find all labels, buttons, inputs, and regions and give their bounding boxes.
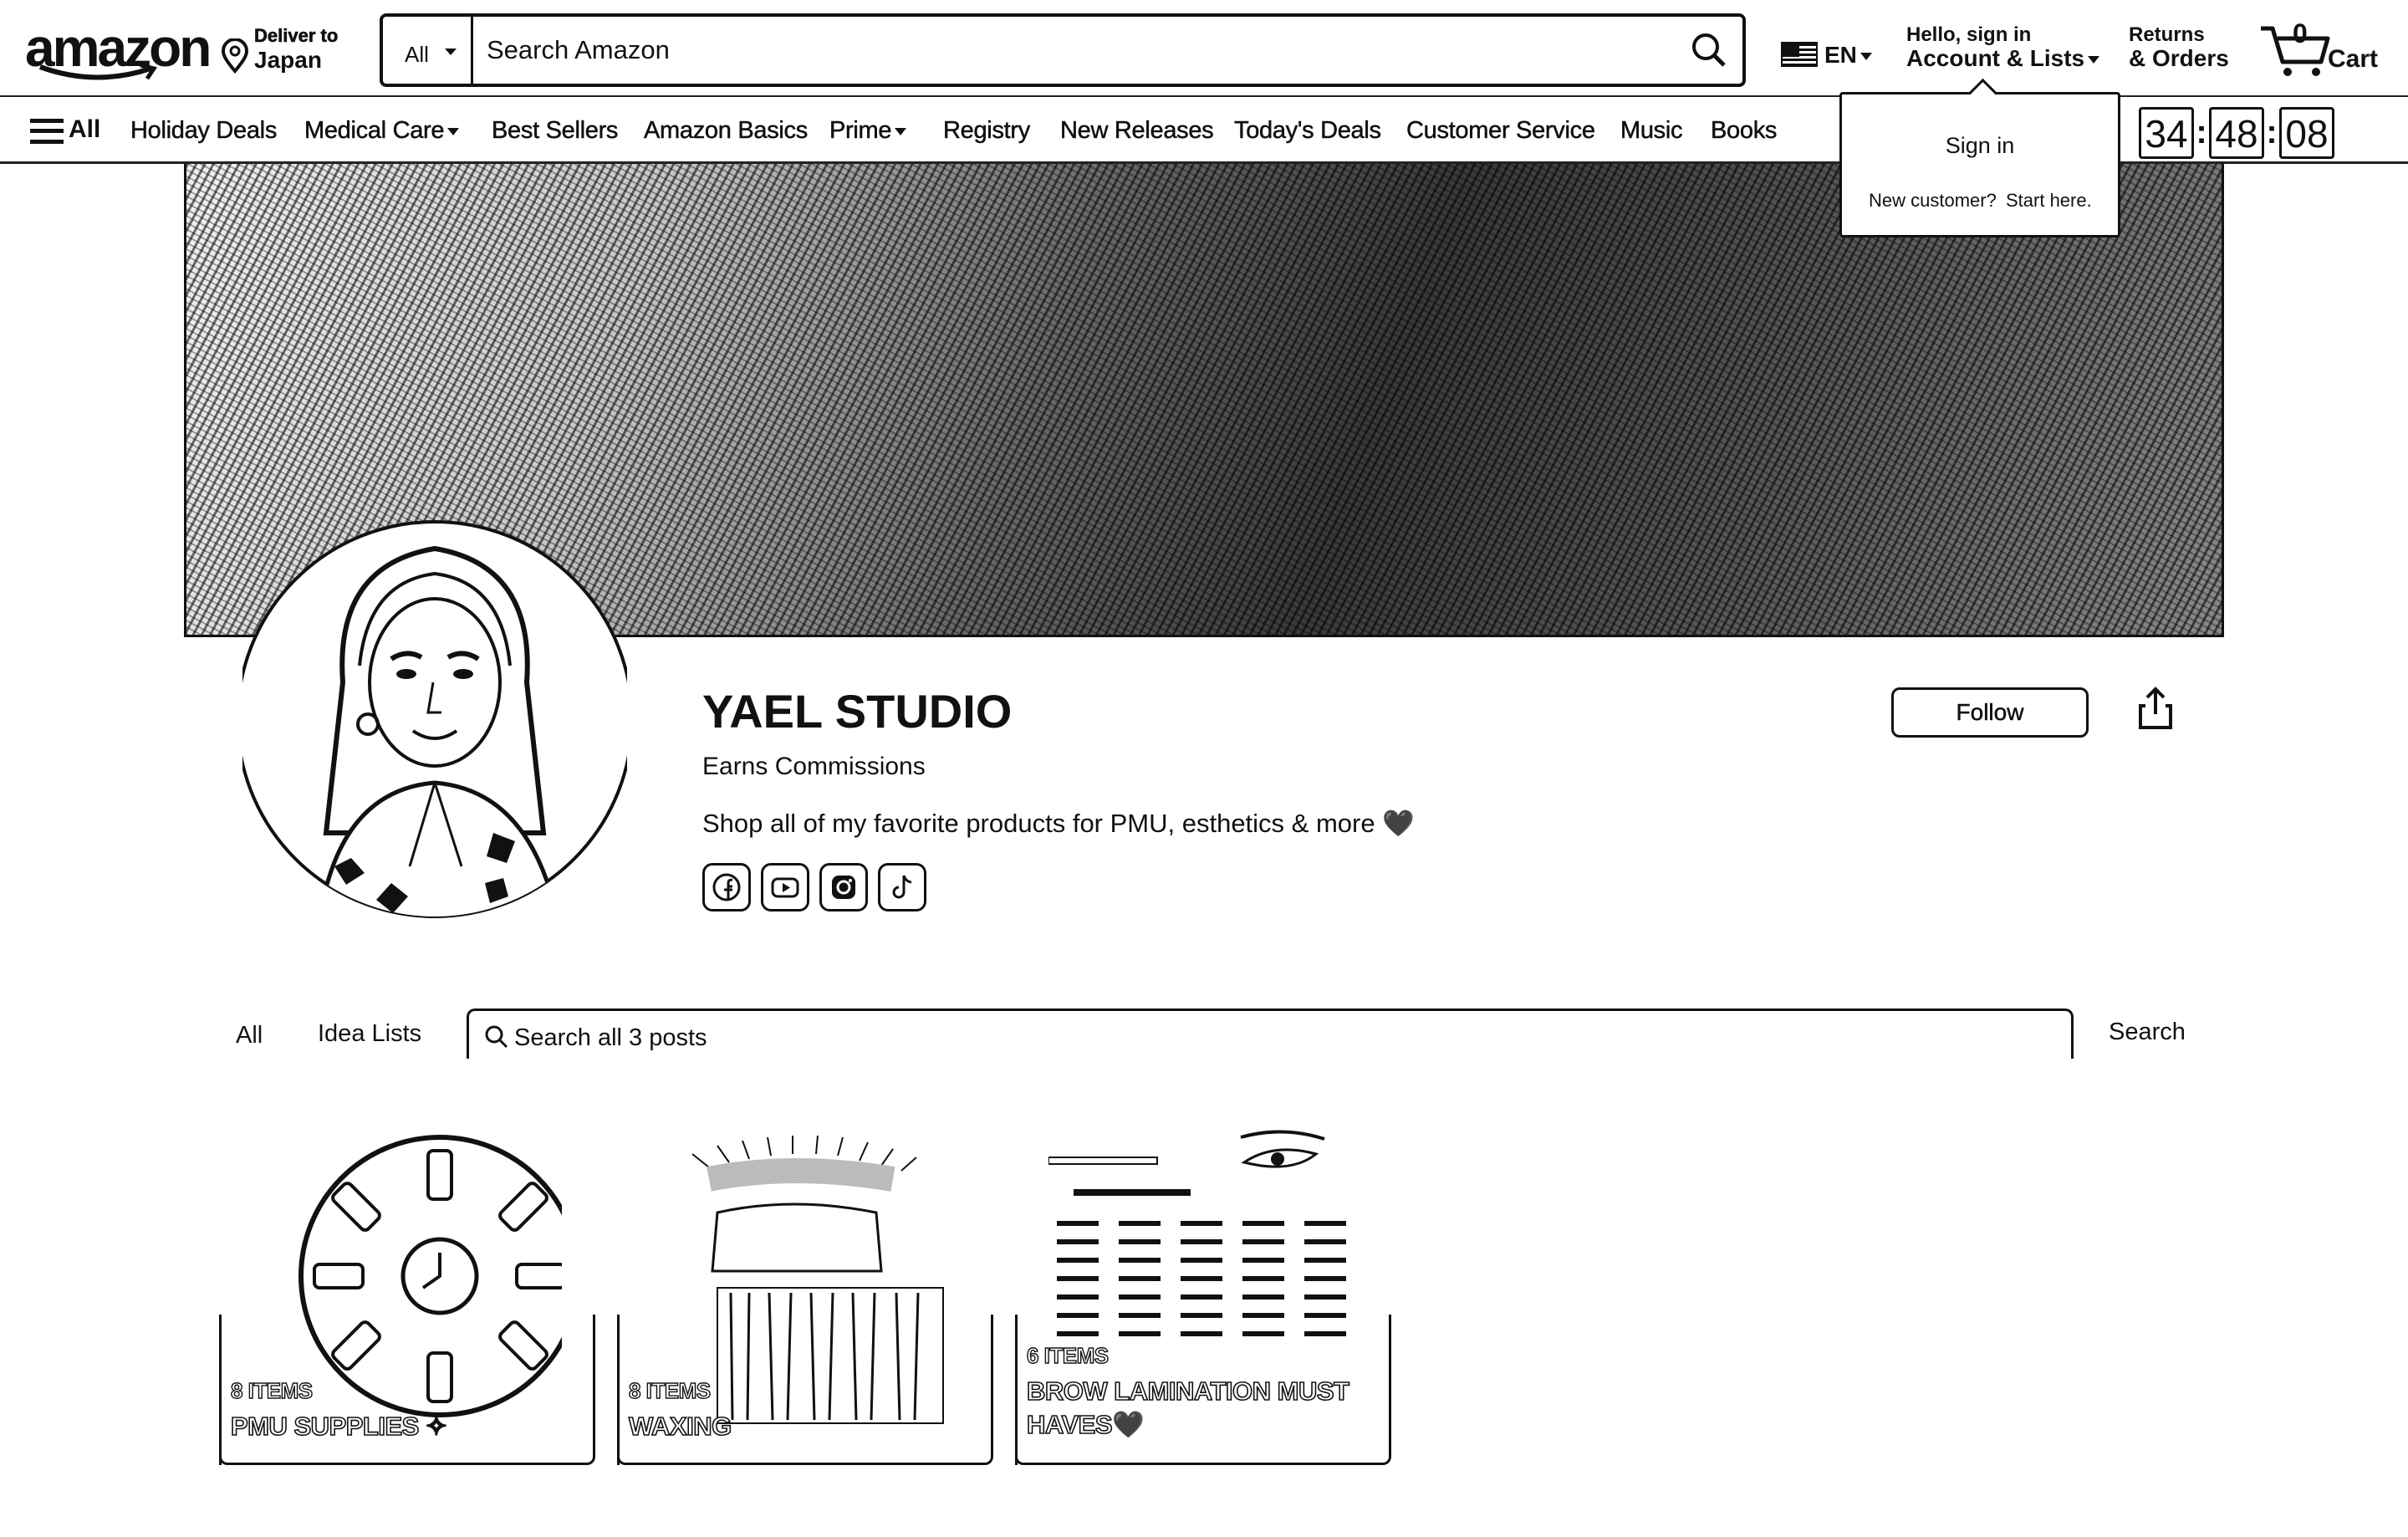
search-icon <box>1692 33 1726 67</box>
profile-bio: Shop all of my favorite products for PMU… <box>702 809 1415 838</box>
earns-commissions-label: Earns Commissions <box>702 753 926 780</box>
deliver-country: Japan <box>254 47 322 73</box>
nav-todays-deals[interactable]: Today's Deals <box>1234 117 1382 145</box>
search-button[interactable] <box>1681 22 1737 79</box>
tab-all[interactable]: All <box>236 1022 263 1049</box>
timer-separator: : <box>2196 114 2207 151</box>
idea-list-card[interactable]: 6 ITEMS BROW LAMINATION MUST HAVES🖤 <box>1015 1129 1391 1465</box>
follow-button[interactable]: Follow <box>1891 687 2089 738</box>
sign-in-link[interactable]: Sign in <box>1842 133 2118 159</box>
us-flag-icon <box>1781 42 1818 67</box>
account-greeting: Hello, sign in <box>1906 23 2032 46</box>
hamburger-icon <box>30 119 64 144</box>
search-icon <box>485 1025 508 1049</box>
nav-prime-label: Prime <box>829 117 892 145</box>
search-input[interactable] <box>487 28 1574 72</box>
nav-medical-care-label: Medical Care <box>304 117 445 145</box>
idea-list-card[interactable]: 8 ITEMS WAXING <box>617 1129 993 1465</box>
card-item-count: 8 ITEMS <box>628 1377 712 1403</box>
chevron-down-icon <box>445 49 457 55</box>
card-item-count: 6 ITEMS <box>1026 1342 1110 1368</box>
language-code: EN <box>1824 42 1857 68</box>
nav-medical-care[interactable]: Medical Care <box>304 117 460 145</box>
cart-count: 0 <box>2293 18 2308 49</box>
account-and-lists[interactable]: Hello, sign in Account & Lists <box>1906 22 2107 75</box>
instagram-icon[interactable] <box>819 863 868 911</box>
share-icon <box>2139 687 2172 729</box>
avatar <box>242 515 627 933</box>
search-category-select[interactable]: All <box>383 17 473 84</box>
card-title: BROW LAMINATION MUST HAVES🖤 <box>1026 1376 1350 1440</box>
timer-seconds: 08 <box>2279 107 2334 159</box>
deliver-to[interactable]: Deliver to Japan <box>219 23 353 77</box>
returns-and-orders[interactable]: Returns & Orders <box>2129 22 2237 75</box>
nav-holiday-deals[interactable]: Holiday Deals <box>130 117 278 145</box>
nav-registry[interactable]: Registry <box>943 117 1031 145</box>
cart-label: Cart <box>2328 45 2379 73</box>
nav-customer-service[interactable]: Customer Service <box>1406 117 1595 145</box>
sign-in-flyout: Sign in New customer? Start here. <box>1839 92 2120 237</box>
timer-separator: : <box>2266 114 2278 151</box>
nav-books[interactable]: Books <box>1711 117 1778 145</box>
card-title: PMU SUPPLIES ✧ <box>230 1411 448 1442</box>
account-lists-label: Account & Lists <box>1906 45 2085 71</box>
all-menu-label: All <box>69 115 101 143</box>
cart-button[interactable]: 0 Cart <box>2258 17 2383 79</box>
posts-search-button[interactable]: Search <box>2109 1019 2186 1046</box>
card-item-count: 8 ITEMS <box>230 1377 314 1403</box>
youtube-icon[interactable] <box>761 863 809 911</box>
returns-label: Returns <box>2129 23 2205 46</box>
chevron-down-icon <box>447 127 460 135</box>
posts-search-input[interactable] <box>514 1019 1685 1056</box>
deliver-to-label: Deliver to <box>254 25 339 47</box>
nav-music[interactable]: Music <box>1620 117 1683 145</box>
amazon-logo[interactable]: amazon <box>25 13 212 80</box>
posts-search-bar <box>467 1008 2074 1059</box>
nav-amazon-basics[interactable]: Amazon Basics <box>644 117 809 145</box>
idea-list-card[interactable]: 8 ITEMS PMU SUPPLIES ✧ <box>219 1129 595 1465</box>
share-button[interactable] <box>2130 684 2181 734</box>
chevron-down-icon <box>1860 53 1872 61</box>
chevron-down-icon <box>2088 56 2100 64</box>
search-bar: All <box>380 13 1746 87</box>
orders-label: & Orders <box>2129 45 2229 71</box>
card-title: WAXING <box>628 1411 732 1442</box>
timer-hours: 34 <box>2139 107 2194 159</box>
tiktok-icon[interactable] <box>878 863 926 911</box>
nav-new-releases[interactable]: New Releases <box>1060 117 1214 145</box>
chevron-down-icon <box>895 127 907 135</box>
nav-best-sellers[interactable]: Best Sellers <box>492 117 619 145</box>
language-selector[interactable]: EN <box>1781 37 1881 74</box>
location-pin-icon <box>221 38 249 74</box>
page-title: YAEL STUDIO <box>702 685 1013 738</box>
smile-icon <box>38 64 158 80</box>
nav-prime[interactable]: Prime <box>829 117 907 145</box>
facebook-icon[interactable] <box>702 863 751 911</box>
top-header: amazon Deliver to Japan All EN Hello, si… <box>0 0 2408 97</box>
search-category-label: All <box>405 42 429 67</box>
tab-idea-lists[interactable]: Idea Lists <box>318 1020 421 1048</box>
timer-minutes: 48 <box>2209 107 2264 159</box>
new-customer-label: New customer? <box>1869 190 1997 211</box>
start-here-link[interactable]: Start here. <box>2006 190 2092 212</box>
